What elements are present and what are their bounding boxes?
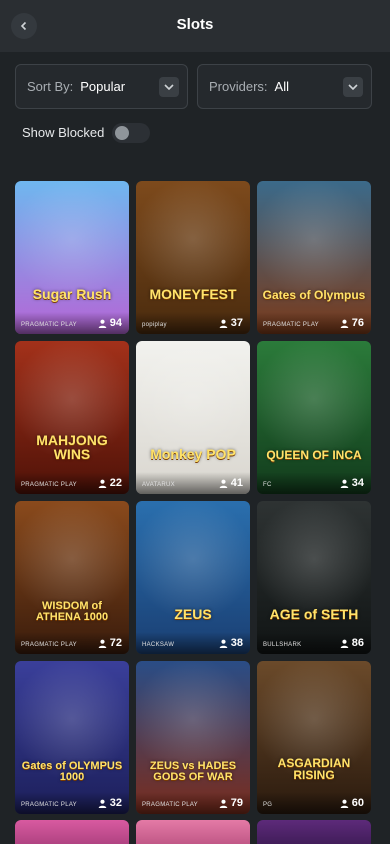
- provider-name: BULLSHARK: [263, 642, 302, 648]
- game-tile[interactable]: AGE of SETH BULLSHARK 86: [257, 501, 371, 654]
- provider-name: popiplay: [142, 322, 167, 328]
- user-icon: [98, 639, 107, 648]
- player-count-value: 72: [109, 637, 122, 649]
- sort-by-label: Sort By:: [27, 79, 74, 94]
- game-tile[interactable]: ASGARDIAN RISING PG 60: [257, 661, 371, 814]
- game-title: ASGARDIAN RISING: [277, 755, 351, 783]
- show-blocked-label: Show Blocked: [22, 125, 105, 140]
- game-title: MONEYFEST: [149, 286, 237, 303]
- game-title: ZEUS vs HADES GODS OF WAR: [149, 759, 237, 784]
- toggle-knob: [115, 126, 129, 140]
- providers-dropdown[interactable]: Providers: All: [197, 64, 372, 109]
- providers-dropdown-button[interactable]: [343, 77, 363, 97]
- player-count-value: 32: [109, 797, 122, 809]
- sort-by-value: Popular: [80, 79, 126, 94]
- game-tile[interactable]: ZEUS HACKSAW 38: [136, 501, 250, 654]
- player-count-value: 60: [351, 797, 364, 809]
- player-count: 41: [219, 477, 243, 489]
- providers-value: All: [274, 79, 289, 94]
- user-icon: [98, 799, 107, 808]
- game-tile[interactable]: Sugar Rush PRAGMATIC PLAY 94: [15, 181, 129, 334]
- player-count: 76: [340, 317, 364, 329]
- player-count-value: 37: [230, 317, 243, 329]
- user-icon: [219, 639, 228, 648]
- player-count-value: 86: [351, 637, 364, 649]
- player-count: 38: [219, 637, 243, 649]
- game-tile[interactable]: WISDOM of ATHENA 1000 PRAGMATIC PLAY 72: [15, 501, 129, 654]
- user-icon: [340, 479, 349, 488]
- game-tile[interactable]: MONEYFEST popiplay 37: [136, 181, 250, 334]
- provider-name: HACKSAW: [142, 642, 175, 648]
- game-tile[interactable]: QUEEN OF INCA FC 34: [257, 341, 371, 494]
- user-icon: [340, 799, 349, 808]
- player-count-value: 94: [109, 317, 122, 329]
- game-title: WISDOM of ATHENA 1000: [35, 599, 109, 624]
- chevron-down-icon: [348, 84, 358, 90]
- provider-name: PRAGMATIC PLAY: [263, 322, 319, 328]
- show-blocked-toggle[interactable]: [112, 123, 150, 143]
- providers-label: Providers:: [209, 79, 268, 94]
- provider-name: FC: [263, 482, 272, 488]
- game-title: Sugar Rush: [32, 286, 112, 303]
- provider-name: PRAGMATIC PLAY: [21, 322, 77, 328]
- player-count: 22: [98, 477, 122, 489]
- player-count: 94: [98, 317, 122, 329]
- chevron-down-icon: [164, 84, 174, 90]
- player-count: 72: [98, 637, 122, 649]
- sort-dropdown-button[interactable]: [159, 77, 179, 97]
- player-count-value: 34: [351, 477, 364, 489]
- game-title: ZEUS: [174, 606, 212, 623]
- provider-name: PRAGMATIC PLAY: [21, 642, 77, 648]
- player-count-value: 41: [230, 477, 243, 489]
- game-title: Monkey POP: [150, 446, 236, 463]
- game-tile[interactable]: Monkey POP AVATARUX 41: [136, 341, 250, 494]
- sort-by-dropdown[interactable]: Sort By: Popular: [15, 64, 188, 109]
- page-title: Slots: [176, 16, 214, 33]
- user-icon: [219, 799, 228, 808]
- provider-name: PRAGMATIC PLAY: [21, 482, 77, 488]
- user-icon: [219, 479, 228, 488]
- user-icon: [98, 479, 107, 488]
- game-tile[interactable]: Gates of Olympus PRAGMATIC PLAY 76: [257, 181, 371, 334]
- player-count: 79: [219, 797, 243, 809]
- provider-name: PG: [263, 802, 273, 808]
- provider-name: PRAGMATIC PLAY: [21, 802, 77, 808]
- game-title: QUEEN OF INCA: [266, 448, 362, 463]
- game-tile-partial[interactable]: [257, 820, 371, 844]
- player-count: 86: [340, 637, 364, 649]
- game-title: MAHJONG WINS: [36, 431, 108, 463]
- user-icon: [98, 319, 107, 328]
- user-icon: [340, 319, 349, 328]
- player-count: 60: [340, 797, 364, 809]
- game-title: AGE of SETH: [269, 606, 359, 623]
- game-tile-partial[interactable]: [15, 820, 129, 844]
- game-tile-partial[interactable]: [136, 820, 250, 844]
- provider-name: PRAGMATIC PLAY: [142, 802, 198, 808]
- game-title: Gates of Olympus: [262, 288, 366, 303]
- player-count: 32: [98, 797, 122, 809]
- game-title: Gates of OLYMPUS 1000: [21, 759, 123, 784]
- game-tile[interactable]: Gates of OLYMPUS 1000 PRAGMATIC PLAY 32: [15, 661, 129, 814]
- game-tile[interactable]: ZEUS vs HADES GODS OF WAR PRAGMATIC PLAY 7…: [136, 661, 250, 814]
- player-count: 34: [340, 477, 364, 489]
- provider-name: AVATARUX: [142, 482, 175, 488]
- player-count-value: 79: [230, 797, 243, 809]
- player-count-value: 76: [351, 317, 364, 329]
- player-count: 37: [219, 317, 243, 329]
- player-count-value: 38: [230, 637, 243, 649]
- user-icon: [219, 319, 228, 328]
- header: Slots: [0, 0, 390, 52]
- game-tile[interactable]: MAHJONG WINS PRAGMATIC PLAY 22: [15, 341, 129, 494]
- user-icon: [340, 639, 349, 648]
- player-count-value: 22: [109, 477, 122, 489]
